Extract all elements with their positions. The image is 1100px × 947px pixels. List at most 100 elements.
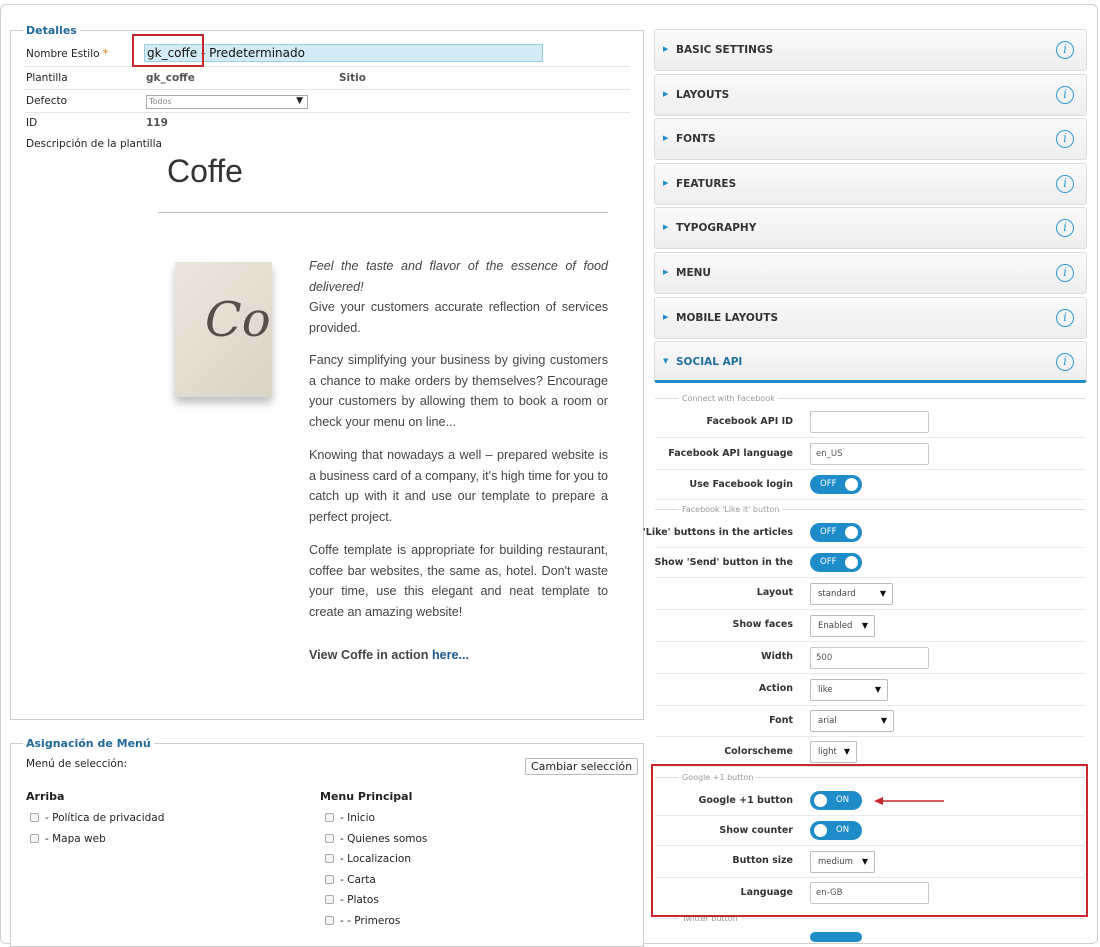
info-icon[interactable]: i bbox=[1056, 219, 1074, 238]
caret-right-icon: ▶ bbox=[663, 89, 669, 98]
panel-title: LAYOUTS bbox=[676, 88, 730, 101]
panel-typography[interactable]: ▶ TYPOGRAPHY i bbox=[654, 207, 1087, 250]
like-articles-row: 'Like' buttons in the articles OFF bbox=[643, 517, 1085, 548]
action-select-value: like bbox=[818, 685, 833, 695]
action-select[interactable]: like ▼ bbox=[810, 679, 888, 701]
preview-paragraph-1: Feel the taste and flavor of the essence… bbox=[309, 256, 608, 338]
toggle-knob bbox=[845, 556, 858, 569]
info-icon[interactable]: i bbox=[1056, 353, 1074, 372]
faces-row: Show faces Enabled ▼ bbox=[655, 610, 1085, 642]
menu-checkbox-item[interactable]: - Quienes somos bbox=[325, 833, 427, 845]
fb-api-id-label: Facebook API ID bbox=[706, 416, 793, 427]
menu-checkbox-item[interactable]: - Localizacion bbox=[325, 853, 411, 865]
menu-checkbox-item[interactable]: - Platos bbox=[325, 894, 379, 906]
faces-label: Show faces bbox=[732, 619, 794, 630]
colorscheme-select[interactable]: light ▼ bbox=[810, 741, 857, 763]
checkbox[interactable] bbox=[325, 813, 334, 822]
info-icon[interactable]: i bbox=[1056, 308, 1074, 327]
section-like-title: Facebook 'Like it' button bbox=[679, 505, 783, 514]
id-value: 119 bbox=[146, 117, 168, 129]
menu-checkbox-item[interactable]: - Política de privacidad bbox=[30, 812, 164, 824]
menu-checkbox-item[interactable]: - Carta bbox=[325, 874, 376, 886]
action-label: Action bbox=[758, 683, 793, 694]
layout-select-value: standard bbox=[818, 589, 856, 599]
panel-fonts[interactable]: ▶ FONTS i bbox=[654, 118, 1087, 161]
menu-checkbox-item[interactable]: - - Primeros bbox=[325, 915, 400, 927]
menu-item-label: - Carta bbox=[340, 873, 376, 886]
send-toggle[interactable]: OFF bbox=[810, 553, 862, 572]
twitter-toggle[interactable] bbox=[810, 932, 862, 942]
checkbox[interactable] bbox=[325, 833, 334, 843]
style-name-label-text: Nombre Estilo bbox=[26, 48, 100, 60]
description-label: Descripción de la plantilla bbox=[26, 138, 162, 150]
panel-layouts[interactable]: ▶ LAYOUTS i bbox=[654, 73, 1087, 116]
panel-menu[interactable]: ▶ MENU i bbox=[654, 252, 1087, 294]
preview-paragraph-2: Fancy simplifying your business by givin… bbox=[309, 353, 608, 429]
menu-item-label: - Localizacion bbox=[340, 853, 411, 866]
site-label: Sitio bbox=[339, 72, 366, 84]
panel-title: MOBILE LAYOUTS bbox=[676, 311, 779, 324]
font-row: Font arial ▼ bbox=[655, 706, 1085, 737]
menu-item-label: - Política de privacidad bbox=[45, 812, 165, 824]
menu-checkbox-item[interactable]: - Inicio bbox=[325, 812, 375, 824]
colorscheme-row: Colorscheme light ▼ bbox=[655, 737, 1085, 767]
font-select[interactable]: arial ▼ bbox=[810, 710, 894, 732]
id-row: ID 119 bbox=[24, 114, 630, 135]
caret-right-icon: ▶ bbox=[663, 223, 669, 232]
caret-right-icon: ▶ bbox=[663, 268, 669, 276]
section-facebook-title: Connect with Facebook bbox=[679, 394, 778, 403]
like-articles-toggle[interactable]: OFF bbox=[810, 523, 862, 542]
faces-select[interactable]: Enabled ▼ bbox=[810, 615, 875, 637]
checkbox[interactable] bbox=[325, 854, 334, 864]
preview-cta-link[interactable]: here... bbox=[432, 648, 469, 662]
change-selection-button[interactable]: Cambiar selección bbox=[525, 758, 639, 775]
default-select-value: Todos bbox=[149, 97, 172, 106]
info-icon[interactable]: i bbox=[1056, 264, 1074, 282]
width-input[interactable]: 500 bbox=[810, 647, 929, 669]
menu-item-label: - Quienes somos bbox=[340, 832, 428, 845]
checkbox[interactable] bbox=[325, 916, 334, 925]
info-icon[interactable]: i bbox=[1056, 41, 1074, 59]
preview-title: Coffe bbox=[167, 153, 243, 189]
highlight-box-style-name bbox=[132, 34, 204, 67]
panel-mobile-layouts[interactable]: ▶ MOBILE LAYOUTS i bbox=[654, 296, 1087, 339]
template-row: Plantilla gk_coffe Sitio bbox=[24, 67, 630, 90]
checkbox[interactable] bbox=[30, 813, 39, 822]
chevron-down-icon: ▼ bbox=[861, 621, 868, 630]
checkbox[interactable] bbox=[30, 833, 39, 843]
panel-features[interactable]: ▶ FEATURES i bbox=[654, 162, 1087, 205]
default-select[interactable]: Todos ▼ bbox=[146, 95, 308, 109]
action-row: Action like ▼ bbox=[655, 674, 1085, 706]
menu-selection-label: Menú de selección: bbox=[26, 758, 128, 770]
panel-title: BASIC SETTINGS bbox=[676, 44, 774, 56]
layout-label: Layout bbox=[756, 587, 793, 598]
caret-right-icon: ▶ bbox=[663, 45, 669, 53]
panel-basic-settings[interactable]: ▶ BASIC SETTINGS i bbox=[654, 29, 1087, 71]
menu-col1-title: Arriba bbox=[26, 790, 65, 803]
arrow-left-icon bbox=[874, 797, 944, 805]
info-icon[interactable]: i bbox=[1056, 130, 1074, 149]
default-row: Defecto bbox=[24, 90, 630, 113]
preview-p1-text: Give your customers accurate reflection … bbox=[309, 300, 608, 335]
fb-login-toggle-text: OFF bbox=[820, 479, 837, 489]
section-facebook: Connect with Facebook bbox=[655, 394, 1085, 403]
fb-login-toggle[interactable]: OFF bbox=[810, 475, 862, 494]
chevron-down-icon: ▼ bbox=[296, 96, 303, 106]
preview-tagline: Feel the taste and flavor of the essence… bbox=[309, 259, 608, 294]
menu-checkbox-item[interactable]: - Mapa web bbox=[30, 833, 106, 845]
info-icon[interactable]: i bbox=[1056, 85, 1074, 104]
caret-right-icon: ▶ bbox=[663, 312, 669, 321]
panel-social-api[interactable]: ▼ SOCIAL API i bbox=[654, 341, 1087, 384]
checkbox[interactable] bbox=[325, 895, 334, 905]
caret-down-icon: ▼ bbox=[663, 357, 669, 366]
colorscheme-select-value: light bbox=[818, 747, 837, 757]
fb-lang-input[interactable]: en_US bbox=[810, 443, 929, 465]
chevron-down-icon: ▼ bbox=[879, 589, 886, 598]
send-row: Show 'Send' button in the OFF bbox=[654, 548, 1085, 578]
info-icon[interactable]: i bbox=[1056, 174, 1074, 193]
send-label: Show 'Send' button in the bbox=[654, 557, 793, 568]
preview-image: Co bbox=[175, 262, 272, 397]
layout-select[interactable]: standard ▼ bbox=[810, 583, 893, 605]
checkbox[interactable] bbox=[325, 874, 334, 884]
fb-api-id-input[interactable] bbox=[810, 411, 929, 433]
